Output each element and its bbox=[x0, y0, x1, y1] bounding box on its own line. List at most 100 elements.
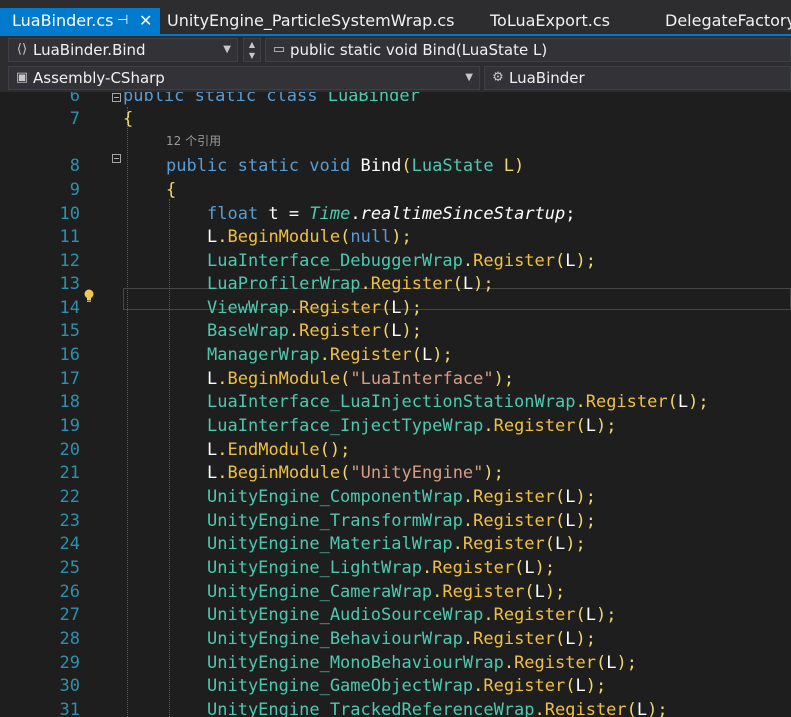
code-editor[interactable]: 12 个引用 public static class LuaBinder{pub… bbox=[0, 92, 791, 717]
code-line[interactable]: L.EndModule(); bbox=[207, 439, 350, 462]
code-token: BeginModule bbox=[227, 463, 341, 483]
code-line[interactable]: public static void Bind(LuaState L) bbox=[166, 155, 524, 178]
code-token: ( bbox=[411, 345, 422, 365]
line-number: 28 bbox=[59, 629, 80, 649]
lightbulb-icon[interactable] bbox=[83, 289, 95, 303]
close-icon[interactable]: ✕ bbox=[139, 8, 152, 34]
code-token: L bbox=[391, 298, 402, 318]
code-line[interactable]: UnityEngine_CameraWrap.Register(L); bbox=[207, 581, 565, 604]
code-token: UnityEngine_CameraWrap bbox=[207, 582, 433, 602]
code-token: ); bbox=[534, 558, 556, 578]
code-token: . bbox=[217, 463, 228, 483]
code-token: L bbox=[585, 605, 596, 625]
tab-delegatefactory[interactable]: DelegateFactory.c bbox=[665, 8, 791, 34]
code-token: BeginModule bbox=[227, 369, 341, 389]
line-number: 6 bbox=[69, 92, 80, 106]
code-token: ( bbox=[555, 629, 566, 649]
code-line[interactable]: UnityEngine_BehaviourWrap.Register(L); bbox=[207, 628, 596, 651]
code-line[interactable]: UnityEngine_TrackedReferenceWrap.Registe… bbox=[207, 699, 668, 717]
code-token: Register bbox=[462, 534, 545, 554]
code-token: . bbox=[534, 700, 545, 717]
code-token: L bbox=[524, 558, 535, 578]
code-line[interactable]: ManagerWrap.Register(L); bbox=[207, 344, 453, 367]
code-token: ); bbox=[483, 463, 504, 483]
code-line[interactable]: public static class LuaBinder bbox=[123, 92, 420, 108]
code-line[interactable]: BaseWrap.Register(L); bbox=[207, 320, 422, 343]
tab-toluaexport[interactable]: ToLuaExport.cs bbox=[490, 8, 610, 34]
code-line[interactable]: UnityEngine_LightWrap.Register(L); bbox=[207, 557, 555, 580]
code-token: { bbox=[123, 109, 134, 129]
code-token: Register bbox=[544, 700, 627, 717]
line-number: 22 bbox=[59, 487, 80, 507]
tab-label: LuaBinder.cs bbox=[12, 11, 114, 30]
code-token: ( bbox=[595, 653, 607, 673]
code-token: ); bbox=[493, 369, 515, 389]
code-line[interactable]: L.BeginModule(null); bbox=[207, 226, 412, 249]
code-token: ( bbox=[452, 274, 463, 294]
code-line[interactable]: L.BeginModule("LuaInterface"); bbox=[207, 368, 514, 391]
line-number: 17 bbox=[59, 369, 80, 389]
code-token: L bbox=[207, 463, 218, 483]
code-token: Register bbox=[514, 653, 596, 673]
codelens-references[interactable]: 12 个引用 bbox=[166, 132, 221, 149]
type-combo[interactable]: ⚙ LuaBinder bbox=[484, 66, 791, 90]
code-line[interactable]: UnityEngine_ComponentWrap.Register(L); bbox=[207, 486, 596, 509]
code-line[interactable]: LuaInterface_DebuggerWrap.Register(L); bbox=[207, 250, 596, 273]
code-line[interactable]: UnityEngine_MonoBehaviourWrap.Register(L… bbox=[207, 652, 637, 675]
method-combo[interactable]: ▭ public static void Bind(LuaState L) bbox=[265, 38, 791, 62]
code-token: BaseWrap bbox=[207, 321, 289, 341]
code-line[interactable]: LuaInterface_InjectTypeWrap.Register(L); bbox=[207, 415, 616, 438]
line-number: 24 bbox=[59, 534, 80, 554]
code-line[interactable]: L.BeginModule("UnityEngine"); bbox=[207, 462, 504, 485]
collapse-icon[interactable] bbox=[112, 154, 121, 163]
line-number: 9 bbox=[69, 180, 80, 200]
code-line[interactable]: UnityEngine_TransformWrap.Register(L); bbox=[207, 510, 596, 533]
code-token: Register bbox=[473, 251, 556, 271]
line-number: 27 bbox=[59, 605, 80, 625]
code-token: Register bbox=[473, 511, 556, 531]
code-token: public static void bbox=[166, 156, 361, 176]
code-token: null bbox=[350, 227, 392, 247]
project-combo[interactable]: ▣ Assembly-CSharp ▼ bbox=[8, 66, 480, 90]
code-token: ); bbox=[688, 392, 709, 412]
collapse-icon[interactable] bbox=[112, 93, 121, 102]
tab-label: ToLuaExport.cs bbox=[490, 11, 611, 30]
code-line[interactable]: float t = Time.realtimeSinceStartup; bbox=[207, 203, 576, 226]
member-navigation-bar: ⟨⟩ LuaBinder.Bind ▼ ▲ ▼ ▭ public static v… bbox=[0, 36, 791, 64]
code-token: ); bbox=[595, 416, 617, 436]
code-line[interactable]: LuaProfilerWrap.Register(L); bbox=[207, 273, 494, 296]
code-line[interactable]: { bbox=[123, 108, 133, 131]
code-token: ( bbox=[555, 251, 566, 271]
code-line[interactable]: UnityEngine_MaterialWrap.Register(L); bbox=[207, 533, 586, 556]
code-line[interactable]: UnityEngine_AudioSourceWrap.Register(L); bbox=[207, 604, 616, 627]
code-token: LuaInterface_InjectTypeWrap bbox=[207, 416, 484, 436]
code-line[interactable]: UnityEngine_GameObjectWrap.Register(L); bbox=[207, 675, 606, 698]
line-number: 31 bbox=[59, 700, 80, 717]
code-token: L bbox=[555, 534, 566, 554]
code-token: Register bbox=[370, 274, 453, 294]
code-token: ( bbox=[340, 463, 351, 483]
code-token: . bbox=[288, 298, 300, 318]
code-token: . bbox=[462, 251, 474, 271]
code-token: . bbox=[452, 534, 463, 554]
code-token: ); bbox=[544, 582, 566, 602]
code-token: ( bbox=[555, 511, 566, 531]
tab-particlesystemwrap[interactable]: UnityEngine_ParticleSystemWrap.cs bbox=[167, 8, 455, 34]
code-token: Register bbox=[493, 416, 576, 436]
member-spin-buttons[interactable]: ▲ ▼ bbox=[243, 38, 261, 62]
code-token: EndModule bbox=[227, 440, 320, 460]
tab-luabinder[interactable]: LuaBinder.cs ⊣ ✕ bbox=[0, 8, 160, 34]
code-token: ); bbox=[565, 534, 586, 554]
code-token: . bbox=[462, 511, 474, 531]
code-line[interactable]: { bbox=[166, 179, 176, 202]
code-token: BeginModule bbox=[227, 227, 341, 247]
code-token: L bbox=[207, 440, 218, 460]
code-token: . bbox=[360, 274, 371, 294]
code-token: . bbox=[503, 653, 515, 673]
member-combo[interactable]: ⟨⟩ LuaBinder.Bind ▼ bbox=[8, 38, 238, 62]
code-token: Register bbox=[299, 321, 382, 341]
code-token: ); bbox=[473, 274, 494, 294]
code-line[interactable]: ViewWrap.Register(L); bbox=[207, 297, 422, 320]
pin-icon[interactable]: ⊣ bbox=[117, 8, 128, 34]
code-line[interactable]: LuaInterface_LuaInjectionStationWrap.Reg… bbox=[207, 391, 709, 414]
